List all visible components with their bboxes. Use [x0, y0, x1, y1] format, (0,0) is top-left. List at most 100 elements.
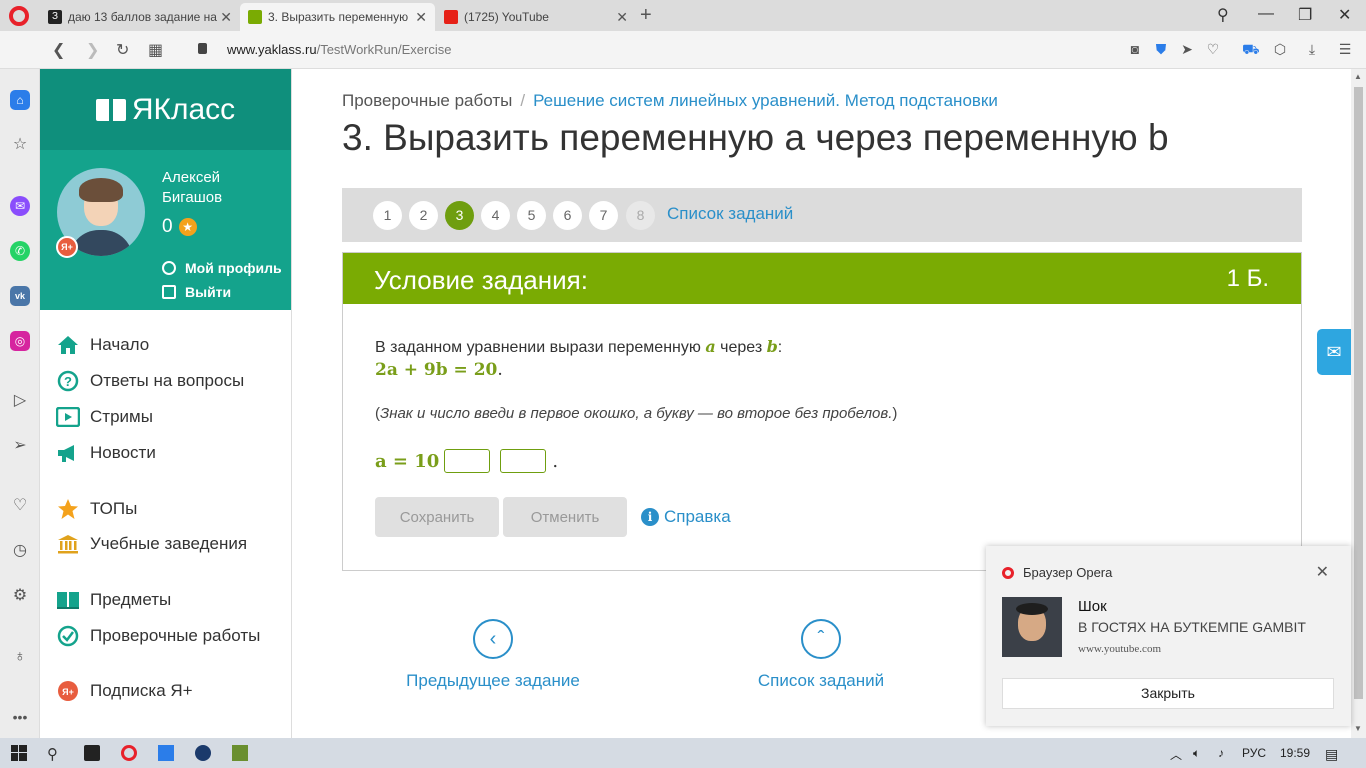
- search-icon[interactable]: ⚲: [47, 745, 63, 763]
- menu-item-streams[interactable]: Стримы: [56, 406, 153, 428]
- back-icon[interactable]: ❮: [52, 40, 65, 60]
- restore-icon[interactable]: ❐: [1298, 5, 1312, 25]
- clock[interactable]: 19:59: [1280, 746, 1310, 760]
- bookmark-icon[interactable]: ☆: [10, 135, 30, 155]
- windows-start-icon[interactable]: [11, 745, 27, 761]
- menu-item-tests[interactable]: Проверочные работы: [56, 625, 260, 647]
- menu-item-home[interactable]: Начало: [56, 334, 149, 356]
- download-icon[interactable]: ⤓: [1304, 41, 1320, 57]
- answer-input-letter[interactable]: [500, 449, 547, 473]
- vk-icon[interactable]: vk: [10, 286, 30, 306]
- minimize-icon[interactable]: —: [1258, 5, 1274, 23]
- url-path: /TestWorkRun/Exercise: [316, 42, 452, 57]
- speed-dial-icon[interactable]: ▦: [148, 40, 163, 60]
- opera-taskbar-icon[interactable]: [121, 745, 137, 761]
- menu-item-institutions[interactable]: Учебные заведения: [56, 533, 247, 555]
- page-button-6[interactable]: 6: [553, 201, 582, 230]
- camera-icon[interactable]: ◙: [1127, 41, 1143, 57]
- send-icon[interactable]: ➢: [10, 436, 30, 456]
- heart-icon[interactable]: ♡: [1205, 41, 1221, 57]
- hint-paren: ): [892, 405, 898, 422]
- page-button-4[interactable]: 4: [481, 201, 510, 230]
- tab-search-icon[interactable]: ⚲: [1217, 5, 1229, 25]
- notification-thumbnail[interactable]: [1002, 597, 1062, 657]
- answer-input-sign-number[interactable]: [444, 449, 491, 473]
- previous-task-link[interactable]: ‹ Предыдущее задание: [403, 619, 583, 691]
- notification-url: www.youtube.com: [1078, 643, 1161, 655]
- settings-icon[interactable]: ⚙: [10, 586, 30, 606]
- page-button-5[interactable]: 5: [517, 201, 546, 230]
- close-icon[interactable]: ✕: [220, 9, 232, 26]
- menu-item-label: Стримы: [90, 407, 153, 426]
- tray-chevron-icon[interactable]: ︿: [1170, 746, 1182, 763]
- notification-close-button[interactable]: Закрыть: [1002, 678, 1334, 709]
- close-icon[interactable]: ✕: [616, 9, 628, 26]
- tab-1[interactable]: 3. Выразить переменную ✕: [240, 3, 435, 31]
- page-button-8[interactable]: 8: [626, 201, 655, 230]
- instagram-icon[interactable]: ◎: [10, 331, 30, 351]
- more-icon[interactable]: •••: [10, 707, 30, 727]
- close-icon[interactable]: ✕: [1316, 562, 1329, 582]
- statement-text: через: [715, 339, 767, 356]
- home-icon[interactable]: ⌂: [10, 90, 30, 110]
- page-button-7[interactable]: 7: [589, 201, 618, 230]
- logout-link[interactable]: Выйти: [162, 284, 231, 300]
- send-icon[interactable]: ➤: [1179, 41, 1195, 57]
- yaklass-logo[interactable]: ЯКласс: [95, 93, 235, 127]
- opera-menu-icon[interactable]: [9, 6, 29, 26]
- task-list-link[interactable]: Список заданий: [667, 204, 793, 224]
- menu-item-subjects[interactable]: Предметы: [56, 589, 171, 611]
- menu-item-subscription[interactable]: Я+ Подписка Я+: [56, 680, 193, 702]
- keyboard-language[interactable]: РУС: [1242, 746, 1266, 760]
- scroll-up-icon[interactable]: ▲: [1354, 72, 1362, 81]
- menu-item-label: ТОПы: [90, 499, 138, 518]
- reload-icon[interactable]: ↻: [116, 40, 129, 60]
- epic-games-icon[interactable]: [84, 745, 100, 761]
- page-button-2[interactable]: 2: [409, 201, 438, 230]
- player-icon[interactable]: ▷: [10, 391, 30, 411]
- task-hint: (Знак и число введи в первое окошко, а б…: [375, 405, 897, 422]
- speaker-icon[interactable]: 🔈︎: [1193, 746, 1200, 761]
- bottom-task-list-link[interactable]: ˆ Список заданий: [746, 619, 896, 691]
- tips-icon[interactable]: ♁: [10, 647, 30, 667]
- mic-icon[interactable]: ♪: [1218, 746, 1224, 760]
- steam-icon[interactable]: [195, 745, 211, 761]
- menu-item-tops[interactable]: ТОПы: [56, 498, 137, 520]
- history-icon[interactable]: ◷: [10, 541, 30, 561]
- scroll-down-icon[interactable]: ▼: [1354, 724, 1362, 733]
- whatsapp-icon[interactable]: ✆: [10, 241, 30, 261]
- answer-row: a = 10 .: [375, 449, 558, 473]
- breadcrumb-root[interactable]: Проверочные работы: [342, 91, 512, 110]
- messenger-icon[interactable]: ✉: [10, 196, 30, 216]
- close-window-icon[interactable]: ✕: [1338, 5, 1351, 25]
- cancel-button[interactable]: Отменить: [503, 497, 627, 537]
- page-button-3-current[interactable]: 3: [445, 201, 474, 230]
- new-tab-icon[interactable]: +: [640, 4, 652, 27]
- easy-setup-icon[interactable]: ☰: [1337, 41, 1353, 57]
- save-button[interactable]: Сохранить: [375, 497, 499, 537]
- box-icon[interactable]: ⬡: [1272, 41, 1288, 57]
- tab-0[interactable]: З даю 13 баллов задание на ✕: [40, 3, 240, 31]
- menu-item-news[interactable]: Новости: [56, 442, 156, 464]
- desktop-app-icon[interactable]: [158, 745, 174, 761]
- statement-text: :: [777, 339, 783, 356]
- info-icon: i: [641, 508, 659, 526]
- page-scrollbar[interactable]: ▲ ▼: [1351, 69, 1366, 738]
- breadcrumb-topic-link[interactable]: Решение систем линейных уравнений. Метод…: [533, 91, 998, 110]
- mail-feedback-icon[interactable]: ✉: [1317, 329, 1351, 375]
- forward-icon[interactable]: ❯: [86, 40, 99, 60]
- adblock-shield-icon[interactable]: ⛊: [1153, 41, 1169, 57]
- url-field[interactable]: www.yaklass.ru/TestWorkRun/Exercise: [227, 42, 451, 57]
- scroll-thumb[interactable]: [1354, 87, 1363, 699]
- heart-icon[interactable]: ♡: [10, 496, 30, 516]
- minecraft-icon[interactable]: [232, 745, 248, 761]
- my-profile-link[interactable]: Мой профиль: [162, 260, 282, 276]
- help-link[interactable]: i Справка: [641, 507, 731, 527]
- tab-2[interactable]: (1725) YouTube ✕: [436, 3, 636, 31]
- page-button-1[interactable]: 1: [373, 201, 402, 230]
- notifications-icon[interactable]: ▤: [1325, 746, 1338, 763]
- close-icon[interactable]: ✕: [415, 9, 427, 26]
- logout-icon: [162, 285, 176, 299]
- menu-item-answers[interactable]: ? Ответы на вопросы: [56, 370, 244, 392]
- cart-icon[interactable]: ⛟: [1242, 41, 1260, 57]
